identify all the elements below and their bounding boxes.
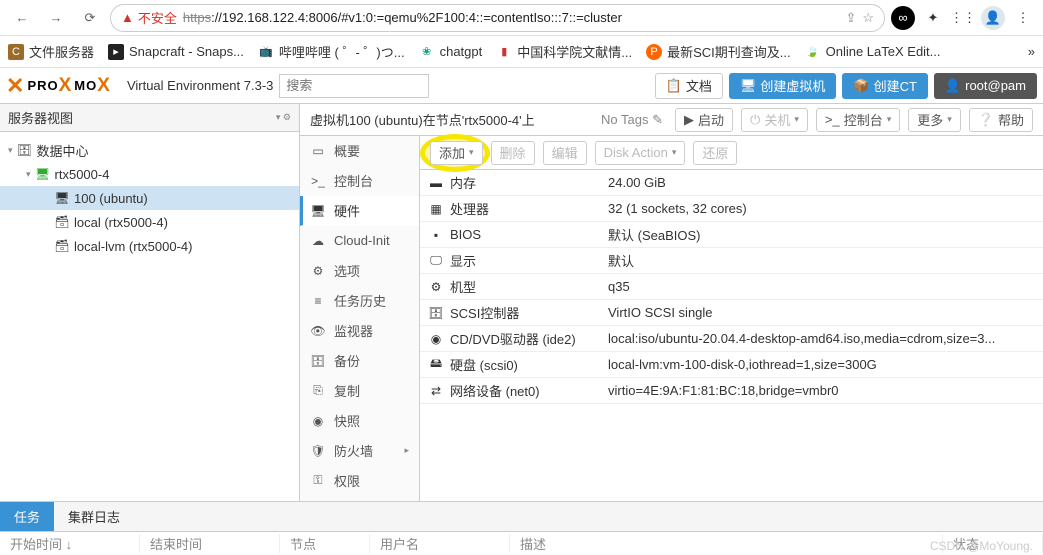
- back-button[interactable]: ←: [8, 4, 36, 32]
- hardware-table: ▬内存24.00 GiB ▦处理器32 (1 sockets, 32 cores…: [420, 170, 1043, 501]
- hw-row-bios[interactable]: ▪BIOS默认 (SeaBIOS): [420, 222, 1043, 248]
- hw-row-memory[interactable]: ▬内存24.00 GiB: [420, 170, 1043, 196]
- hardware-toolbar: 添加 ▾ 删除 编辑 Disk Action ▾ 还原: [420, 136, 1043, 170]
- hw-row-cpu[interactable]: ▦处理器32 (1 sockets, 32 cores): [420, 196, 1043, 222]
- col-desc[interactable]: 描述: [510, 534, 943, 553]
- edit-button[interactable]: 编辑: [543, 141, 587, 165]
- no-tags[interactable]: No Tags ✎: [601, 112, 663, 128]
- tab-firewall[interactable]: 🛡防火墙 ▸: [300, 436, 419, 466]
- tab-hardware[interactable]: 🖥硬件: [300, 196, 419, 226]
- shutdown-button[interactable]: ⏻ 关机 ▾: [741, 108, 808, 132]
- tree-node[interactable]: ▾🖥rtx5000-4: [0, 162, 299, 186]
- tab-summary[interactable]: ▭概要: [300, 136, 419, 166]
- tree-vm[interactable]: 🖥100 (ubuntu): [0, 186, 299, 210]
- logo: ✕PROXMOX: [6, 73, 113, 99]
- tab-permissions[interactable]: ⚿权限: [300, 466, 419, 496]
- bottom-tabs: 任务 集群日志: [0, 501, 1043, 531]
- bookmark-item[interactable]: 📺哔哩哔哩 ( ゜- ゜)つ...: [258, 42, 405, 61]
- tab-snapshot[interactable]: ◉快照: [300, 406, 419, 436]
- create-ct-button[interactable]: 📦 创建CT: [842, 73, 928, 99]
- resource-tree-panel: 服务器视图▾ ⚙ ▾🗄数据中心 ▾🖥rtx5000-4 🖥100 (ubuntu…: [0, 104, 300, 501]
- reload-button[interactable]: ⟳: [76, 4, 104, 32]
- hw-row-net[interactable]: ⇄网络设备 (net0)virtio=4E:9A:F1:81:BC:18,bri…: [420, 378, 1043, 404]
- tree-storage-local[interactable]: 🗃local (rtx5000-4): [0, 210, 299, 234]
- browser-toolbar: ← → ⟳ ▲ 不安全 https://192.168.122.4:8006/#…: [0, 0, 1043, 36]
- col-user[interactable]: 用户名: [370, 534, 510, 553]
- bookmarks-overflow[interactable]: »: [1028, 44, 1035, 59]
- tab-monitor[interactable]: 👁监视器: [300, 316, 419, 346]
- puzzle-icon[interactable]: ✦: [921, 6, 945, 30]
- more-button[interactable]: 更多 ▾: [908, 108, 961, 132]
- bookmark-item[interactable]: ▸Snapcraft - Snaps...: [108, 44, 244, 60]
- tab-replication[interactable]: ⎘复制: [300, 376, 419, 406]
- content-body: ▭概要 >_控制台 🖥硬件 ☁Cloud-Init ⚙选项 ≡任务历史 👁监视器…: [300, 136, 1043, 501]
- clusterlog-tab[interactable]: 集群日志: [54, 502, 134, 531]
- tree-body: ▾🗄数据中心 ▾🖥rtx5000-4 🖥100 (ubuntu) 🗃local …: [0, 132, 299, 501]
- console-button[interactable]: >_ 控制台 ▾: [816, 108, 900, 132]
- revert-button[interactable]: 还原: [693, 141, 737, 165]
- tab-backup[interactable]: 🗄备份: [300, 346, 419, 376]
- extension-icon[interactable]: ∞: [891, 6, 915, 30]
- hw-row-display[interactable]: 🖵显示默认: [420, 248, 1043, 274]
- add-button[interactable]: 添加 ▾: [430, 141, 483, 165]
- hardware-panel: 添加 ▾ 删除 编辑 Disk Action ▾ 还原 ▬内存24.00 GiB…: [420, 136, 1043, 501]
- avatar-icon[interactable]: 👤: [981, 6, 1005, 30]
- search-input[interactable]: [279, 74, 429, 98]
- share-icon[interactable]: ⇪: [845, 10, 856, 26]
- bookmark-item[interactable]: ❀chatgpt: [419, 44, 483, 60]
- col-end[interactable]: 结束时间: [140, 534, 280, 553]
- watermark: CSDN @MoYoung.: [930, 539, 1033, 553]
- star-icon[interactable]: ☆: [862, 10, 874, 26]
- forward-button[interactable]: →: [42, 4, 70, 32]
- tab-console[interactable]: >_控制台: [300, 166, 419, 196]
- content-header: 虚拟机100 (ubuntu)在节点'rtx5000-4'上 No Tags ✎…: [300, 104, 1043, 136]
- user-menu[interactable]: 👤 root@pam: [934, 73, 1037, 99]
- log-columns: 开始时间 ↓ 结束时间 节点 用户名 描述 状态 CSDN @MoYoung.: [0, 531, 1043, 555]
- address-bar[interactable]: ▲ 不安全 https://192.168.122.4:8006/#v1:0:=…: [110, 4, 885, 32]
- remove-button[interactable]: 删除: [491, 141, 535, 165]
- create-vm-button[interactable]: 🖥 创建虚拟机: [729, 73, 837, 99]
- tab-taskhistory[interactable]: ≡任务历史: [300, 286, 419, 316]
- col-node[interactable]: 节点: [280, 534, 370, 553]
- bookmark-item[interactable]: P最新SCI期刊查询及...: [646, 42, 791, 61]
- url-text: https://192.168.122.4:8006/#v1:0:=qemu%2…: [183, 10, 840, 25]
- menu-icon[interactable]: ⋮: [1011, 6, 1035, 30]
- bookmark-item[interactable]: 🍃Online LaTeX Edit...: [805, 44, 941, 60]
- docs-button[interactable]: 📋 文档: [655, 73, 723, 99]
- start-button[interactable]: ▶ 启动: [675, 108, 733, 132]
- disk-action-button[interactable]: Disk Action ▾: [595, 141, 686, 165]
- tab-cloudinit[interactable]: ☁Cloud-Init: [300, 226, 419, 256]
- product-version: Virtual Environment 7.3-3: [127, 78, 273, 93]
- tree-header[interactable]: 服务器视图▾ ⚙: [0, 104, 299, 132]
- tree-storage-locallvm[interactable]: 🗃local-lvm (rtx5000-4): [0, 234, 299, 258]
- bookmarks-bar: C文件服务器 ▸Snapcraft - Snaps... 📺哔哩哔哩 ( ゜- …: [0, 36, 1043, 68]
- col-start[interactable]: 开始时间 ↓: [0, 534, 140, 553]
- app-header: ✕PROXMOX Virtual Environment 7.3-3 📋 文档 …: [0, 68, 1043, 104]
- content-panel: 虚拟机100 (ubuntu)在节点'rtx5000-4'上 No Tags ✎…: [300, 104, 1043, 501]
- tasks-tab[interactable]: 任务: [0, 502, 54, 531]
- insecure-badge: ▲ 不安全: [121, 8, 177, 27]
- hw-row-disk[interactable]: 🖴硬盘 (scsi0)local-lvm:vm-100-disk-0,iothr…: [420, 352, 1043, 378]
- bookmark-item[interactable]: C文件服务器: [8, 42, 94, 61]
- extension-icon-2[interactable]: ⋮⋮: [951, 6, 975, 30]
- vm-title: 虚拟机100 (ubuntu)在节点'rtx5000-4'上: [310, 110, 535, 129]
- help-button[interactable]: ❔ 帮助: [969, 108, 1033, 132]
- tab-options[interactable]: ⚙选项: [300, 256, 419, 286]
- tree-datacenter[interactable]: ▾🗄数据中心: [0, 138, 299, 162]
- hw-row-scsi[interactable]: 🗄SCSI控制器VirtIO SCSI single: [420, 300, 1043, 326]
- side-tabs: ▭概要 >_控制台 🖥硬件 ☁Cloud-Init ⚙选项 ≡任务历史 👁监视器…: [300, 136, 420, 501]
- main-area: 服务器视图▾ ⚙ ▾🗄数据中心 ▾🖥rtx5000-4 🖥100 (ubuntu…: [0, 104, 1043, 501]
- bookmark-item[interactable]: ▮中国科学院文献情...: [496, 42, 632, 61]
- hw-row-cdrom[interactable]: ◉CD/DVD驱动器 (ide2)local:iso/ubuntu-20.04.…: [420, 326, 1043, 352]
- hw-row-machine[interactable]: ⚙机型q35: [420, 274, 1043, 300]
